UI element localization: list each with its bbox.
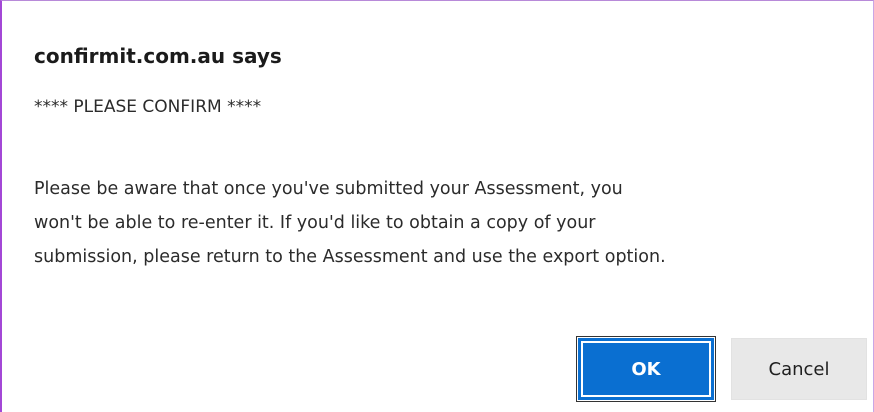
message-line: submission, please return to the Assessm… [34, 247, 666, 267]
ok-button[interactable]: OK [576, 336, 716, 402]
confirm-heading: **** PLEASE CONFIRM **** [34, 97, 262, 117]
message-line: won't be able to re-enter it. If you'd l… [34, 213, 596, 233]
cancel-button[interactable]: Cancel [731, 338, 867, 400]
dialog-message: Please be aware that once you've submitt… [34, 172, 864, 274]
message-line: Please be aware that once you've submitt… [34, 179, 623, 199]
dialog-title: confirmit.com.au says [34, 44, 282, 68]
confirm-dialog: confirmit.com.au says **** PLEASE CONFIR… [0, 0, 874, 412]
